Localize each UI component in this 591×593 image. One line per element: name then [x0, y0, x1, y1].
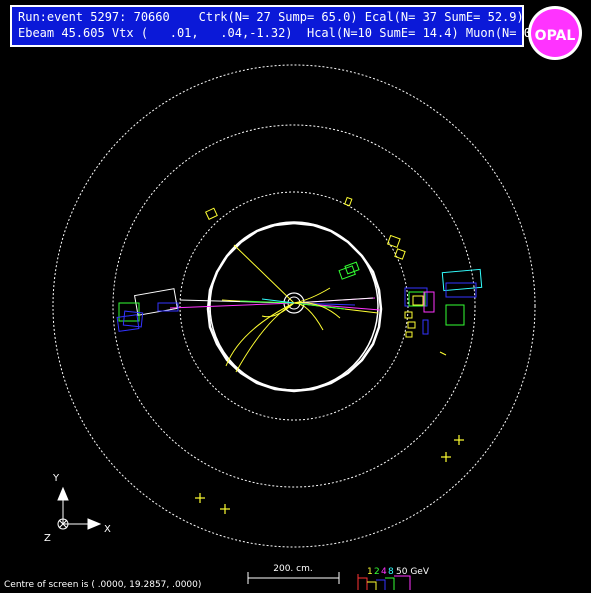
- detector-display: OPAL Y X Z 200. cm. 1 2 4 8 50 GeV Centr…: [4, 6, 582, 590]
- ecal-hit: [407, 321, 416, 329]
- ecal-hit: [344, 196, 353, 207]
- y-axis-label: Y: [52, 473, 60, 484]
- detector-outline: [52, 64, 536, 548]
- muon-hit-marker: [441, 452, 451, 462]
- axis-indicator: Y X Z: [44, 473, 111, 544]
- z-axis-label: Z: [44, 533, 51, 544]
- screen-centre-text: Centre of screen is ( .0000, 19.2857, .0…: [4, 580, 201, 590]
- tracks: [169, 244, 381, 373]
- x-axis-label: X: [104, 524, 111, 535]
- energy-scale-1: 1: [367, 567, 373, 577]
- energy-scale-4: 4: [381, 567, 387, 577]
- calorimeter-hits: [116, 196, 483, 356]
- distance-scale-label: 200. cm.: [273, 564, 312, 574]
- ecal-hit: [404, 311, 413, 319]
- ecal-hit: [412, 295, 424, 306]
- hcal-hit: [445, 304, 465, 326]
- track: [233, 244, 295, 304]
- muon-segment: [439, 351, 447, 356]
- muon-hit-marker: [454, 435, 464, 445]
- energy-scale-8: 8: [388, 567, 394, 577]
- muon-hit-marker: [195, 493, 205, 503]
- opal-logo: OPAL: [528, 6, 582, 60]
- ecal-hit: [394, 248, 406, 260]
- energy-scale: 1 2 4 8 50 GeV: [357, 567, 430, 590]
- ecal-hit: [405, 331, 413, 338]
- event-display-frame: Run:event 5297: 70660 Ctrk(N= 27 Sump= 6…: [0, 0, 591, 593]
- muon-hits: [195, 435, 464, 514]
- ecal-hit: [386, 234, 401, 249]
- track: [169, 302, 295, 309]
- ecal-hit: [422, 319, 429, 335]
- energy-scale-label: 50 GeV: [396, 567, 430, 577]
- muon-chamber-outer-ring: [52, 64, 536, 548]
- ecal-hit: [116, 314, 140, 332]
- distance-scale-bar: 200. cm.: [247, 564, 340, 584]
- opal-logo-text: OPAL: [535, 28, 576, 44]
- ecal-hit: [205, 207, 218, 220]
- ecal-hit: [122, 310, 144, 328]
- muon-hit-marker: [220, 504, 230, 514]
- energy-scale-2: 2: [374, 567, 380, 577]
